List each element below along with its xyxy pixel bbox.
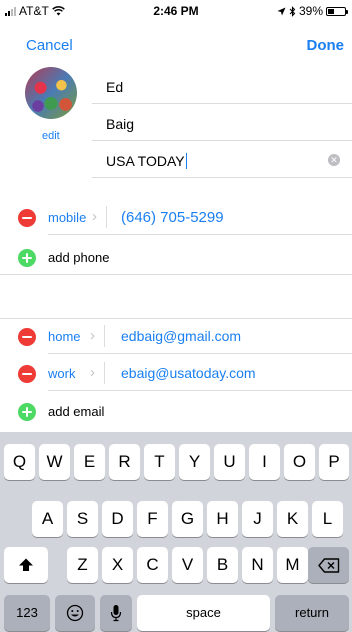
email-row-work: work › ebaig@usatoday.com [0,355,352,391]
status-right: 39% [277,4,348,18]
key-g[interactable]: G [172,501,203,537]
add-phone-label[interactable]: add phone [48,250,109,265]
key-d[interactable]: D [102,501,133,537]
battery-icon [326,6,348,16]
row-divider [104,325,105,347]
key-v[interactable]: V [172,547,203,583]
remove-phone-icon[interactable] [18,209,36,227]
done-button[interactable]: Done [307,37,345,54]
phone-row-mobile: mobile › (646) 705-5299 [0,199,352,235]
add-phone-icon[interactable] [18,249,36,267]
key-r[interactable]: R [109,444,140,480]
key-i[interactable]: I [249,444,280,480]
key-q[interactable]: Q [4,444,35,480]
keyboard: Q W E R T Y U I O P A S D F G H J K L Z … [0,432,352,632]
shift-icon [19,558,33,571]
email-input[interactable]: edbaig@gmail.com [121,328,241,344]
row-separator [48,353,352,354]
key-f[interactable]: F [137,501,168,537]
emoji-key[interactable] [55,595,95,631]
key-e[interactable]: E [74,444,105,480]
return-key[interactable]: return [275,595,349,631]
email-type-label[interactable]: work [48,366,75,381]
email-type-label[interactable]: home [48,329,81,344]
first-name-field[interactable]: Ed [92,68,352,104]
cancel-button[interactable]: Cancel [26,37,73,54]
row-separator [48,234,352,235]
company-field[interactable]: USA TODAY ✕ [92,142,352,178]
remove-email-icon[interactable] [18,365,36,383]
shift-key[interactable] [4,547,48,583]
section-separator [0,274,352,275]
key-j[interactable]: J [242,501,273,537]
key-n[interactable]: N [242,547,273,583]
email-row-home: home › edbaig@gmail.com [0,318,352,354]
location-arrow-icon [277,7,286,15]
battery-level [328,8,335,14]
key-c[interactable]: C [137,547,168,583]
row-divider [104,362,105,384]
key-m[interactable]: M [277,547,308,583]
clear-text-icon[interactable]: ✕ [328,154,340,166]
last-name-value: Baig [106,116,135,132]
add-email-row[interactable]: add email [0,393,352,429]
row-divider [106,206,107,228]
dictation-key[interactable] [100,595,132,631]
space-key[interactable]: space [137,595,270,631]
delete-icon [317,558,339,573]
key-a[interactable]: A [32,501,63,537]
phone-type-label[interactable]: mobile [48,210,86,225]
battery-percent: 39% [298,4,323,18]
last-name-field[interactable]: Baig [92,105,352,141]
phone-number-input[interactable]: (646) 705-5299 [121,209,224,226]
add-email-label[interactable]: add email [48,404,104,419]
microphone-icon [110,605,122,622]
key-b[interactable]: B [207,547,238,583]
remove-email-icon[interactable] [18,328,36,346]
chevron-right-icon[interactable]: › [92,208,97,225]
delete-key[interactable] [308,547,349,583]
company-value-wrap: USA TODAY [106,153,187,169]
email-input[interactable]: ebaig@usatoday.com [121,365,256,381]
key-y[interactable]: Y [179,444,210,480]
add-phone-row[interactable]: add phone [0,239,352,275]
key-z[interactable]: Z [67,547,98,583]
key-o[interactable]: O [284,444,315,480]
chevron-right-icon[interactable]: › [90,327,95,344]
key-x[interactable]: X [102,547,133,583]
key-k[interactable]: K [277,501,308,537]
first-name-value: Ed [106,79,124,95]
row-separator [48,390,352,391]
numbers-key[interactable]: 123 [4,595,50,631]
key-h[interactable]: H [207,501,238,537]
add-email-icon[interactable] [18,403,36,421]
company-value: USA TODAY [106,153,185,169]
key-s[interactable]: S [67,501,98,537]
section-separator-top [0,318,352,319]
bluetooth-icon [289,5,296,17]
status-bar: AT&T 2:46 PM 39% [0,0,352,22]
text-cursor [185,153,187,169]
key-p[interactable]: P [319,444,349,480]
key-w[interactable]: W [39,444,70,480]
key-u[interactable]: U [214,444,245,480]
edit-photo-button[interactable]: edit [42,130,60,142]
chevron-right-icon[interactable]: › [90,364,95,381]
contact-photo[interactable] [25,67,77,119]
key-l[interactable]: L [312,501,343,537]
key-t[interactable]: T [144,444,175,480]
emoji-icon [66,604,84,622]
